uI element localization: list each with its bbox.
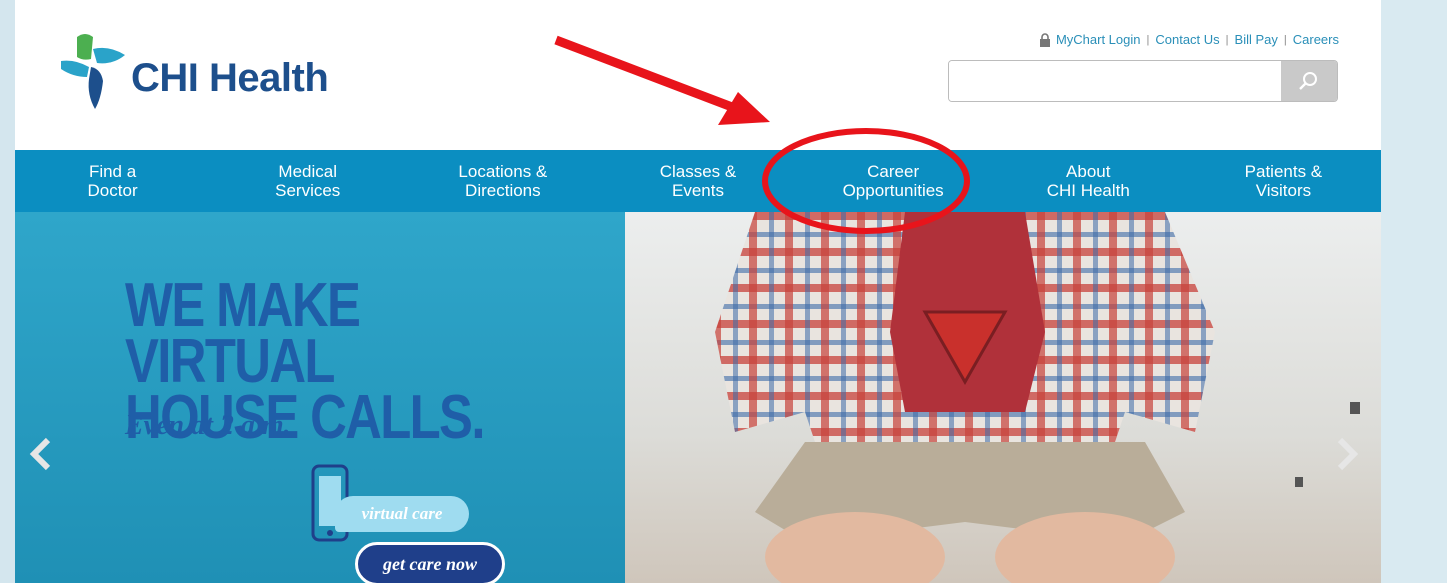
chi-logo-icon	[61, 33, 125, 109]
bill-pay-link[interactable]: Bill Pay	[1235, 32, 1278, 47]
carousel-prev-button[interactable]	[25, 434, 55, 474]
separator: |	[1283, 33, 1287, 46]
nav-career-opportunities[interactable]: Career Opportunities	[796, 150, 991, 212]
utility-nav: MyChart Login | Contact Us | Bill Pay | …	[1038, 32, 1339, 47]
main-nav: Find a Doctor Medical Services Locations…	[15, 150, 1381, 212]
separator: |	[1146, 33, 1150, 46]
search-bar	[948, 60, 1338, 102]
mychart-login-link[interactable]: MyChart Login	[1056, 32, 1141, 47]
nav-classes-events[interactable]: Classes & Events	[600, 150, 795, 212]
careers-link[interactable]: Careers	[1293, 32, 1339, 47]
brand-name: CHI Health	[131, 56, 329, 100]
chevron-right-icon	[1337, 437, 1359, 471]
child-photo-illustration	[715, 212, 1360, 583]
nav-patients-visitors[interactable]: Patients & Visitors	[1186, 150, 1381, 212]
page: CHI Health MyChart Login | Contact Us | …	[15, 0, 1381, 583]
hero-subhead: Even at 2 a.m.	[125, 410, 291, 441]
separator: |	[1225, 33, 1229, 46]
nav-about-chi-health[interactable]: About CHI Health	[991, 150, 1186, 212]
virtual-care-badge: virtual care	[335, 496, 469, 532]
contact-us-link[interactable]: Contact Us	[1155, 32, 1219, 47]
chevron-left-icon	[29, 437, 51, 471]
nav-find-a-doctor[interactable]: Find a Doctor	[15, 150, 210, 212]
lock-icon	[1039, 32, 1050, 47]
nav-locations-directions[interactable]: Locations & Directions	[405, 150, 600, 212]
search-input[interactable]	[949, 61, 1281, 101]
hero-carousel: WE MAKE VIRTUAL HOUSE CALLS. Even at 2 a…	[15, 212, 1381, 583]
get-care-now-button[interactable]: get care now	[355, 542, 505, 583]
page-gutter	[1381, 0, 1447, 583]
search-icon	[1299, 72, 1317, 90]
nav-medical-services[interactable]: Medical Services	[210, 150, 405, 212]
logo[interactable]: CHI Health	[57, 22, 377, 117]
hero-photo	[605, 212, 1381, 583]
search-button[interactable]	[1281, 61, 1337, 101]
carousel-next-button[interactable]	[1333, 434, 1363, 474]
